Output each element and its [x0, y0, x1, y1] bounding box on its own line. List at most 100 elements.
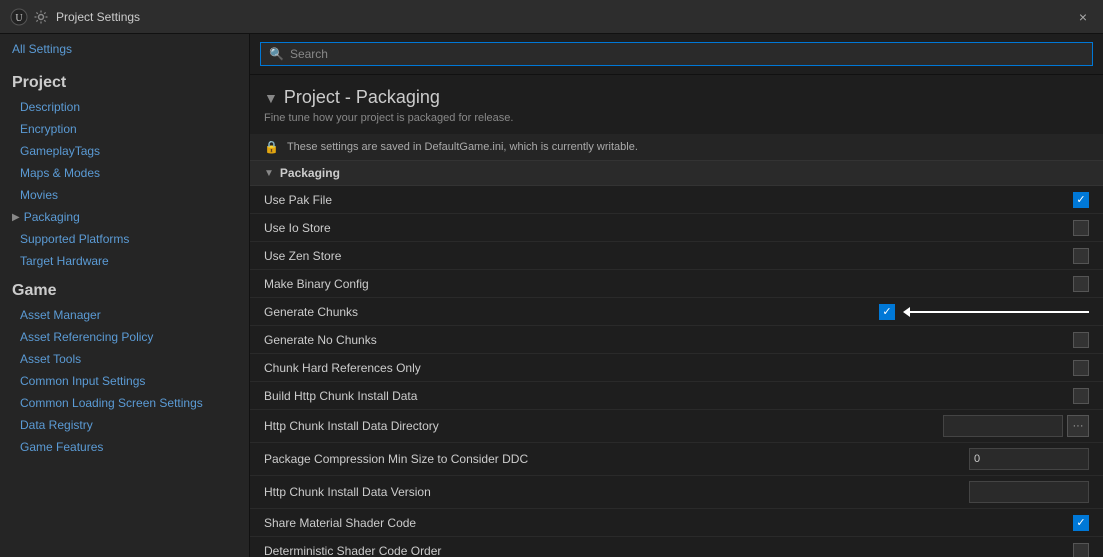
sidebar: All Settings Project Description Encrypt… — [0, 34, 250, 557]
row-label-chunk-hard-refs: Chunk Hard References Only — [264, 361, 1073, 375]
row-control-package-compression — [969, 448, 1089, 470]
checkbox-build-http-chunk[interactable] — [1073, 388, 1089, 404]
sidebar-item-encryption[interactable]: Encryption — [0, 118, 249, 140]
row-label-http-chunk-dir: Http Chunk Install Data Directory — [264, 419, 943, 433]
row-control-http-chunk-dir: ··· — [943, 415, 1089, 437]
close-button[interactable]: × — [1073, 7, 1093, 27]
table-row: Generate Chunks — [250, 298, 1103, 326]
packaging-arrow-icon: ▶ — [12, 212, 20, 223]
row-control-chunk-hard-refs — [1073, 360, 1089, 376]
table-row: Build Http Chunk Install Data — [250, 382, 1103, 410]
sidebar-item-asset-tools[interactable]: Asset Tools — [0, 348, 249, 370]
sidebar-item-gameplaytags[interactable]: GameplayTags — [0, 140, 249, 162]
row-label-generate-chunks: Generate Chunks — [264, 305, 879, 319]
row-control-generate-no-chunks — [1073, 332, 1089, 348]
ellipsis-button-http-chunk-dir[interactable]: ··· — [1067, 415, 1089, 437]
checkbox-generate-chunks[interactable] — [879, 304, 895, 320]
table-row: Package Compression Min Size to Consider… — [250, 443, 1103, 476]
sidebar-section-game: Game — [0, 272, 249, 304]
sidebar-all-settings[interactable]: All Settings — [0, 34, 249, 64]
row-label-package-compression: Package Compression Min Size to Consider… — [264, 452, 969, 466]
table-row: Deterministic Shader Code Order — [250, 537, 1103, 557]
checkbox-use-zen-store[interactable] — [1073, 248, 1089, 264]
row-label-http-chunk-version: Http Chunk Install Data Version — [264, 485, 969, 499]
row-control-make-binary-config — [1073, 276, 1089, 292]
table-row: Http Chunk Install Data Version — [250, 476, 1103, 509]
sidebar-item-maps-modes[interactable]: Maps & Modes — [0, 162, 249, 184]
row-label-use-io-store: Use Io Store — [264, 221, 1073, 235]
row-label-share-material-shader: Share Material Shader Code — [264, 516, 1073, 530]
table-row: Use Io Store — [250, 214, 1103, 242]
arrow-annotation — [909, 311, 1089, 313]
row-control-use-io-store — [1073, 220, 1089, 236]
sidebar-item-game-features[interactable]: Game Features — [0, 436, 249, 458]
table-row: Make Binary Config — [250, 270, 1103, 298]
sidebar-item-common-input-settings[interactable]: Common Input Settings — [0, 370, 249, 392]
row-label-deterministic-shader: Deterministic Shader Code Order — [264, 544, 1073, 557]
packaging-group-header[interactable]: ▼ Packaging — [250, 160, 1103, 186]
search-icon: 🔍 — [269, 47, 284, 61]
sidebar-item-supported-platforms[interactable]: Supported Platforms — [0, 228, 249, 250]
table-row: Generate No Chunks — [250, 326, 1103, 354]
row-label-generate-no-chunks: Generate No Chunks — [264, 333, 1073, 347]
sidebar-item-description[interactable]: Description — [0, 96, 249, 118]
checkbox-use-io-store[interactable] — [1073, 220, 1089, 236]
lock-icon: 🔒 — [264, 140, 279, 154]
title-bar-title: Project Settings — [56, 10, 1073, 24]
sidebar-item-target-hardware[interactable]: Target Hardware — [0, 250, 249, 272]
checkbox-deterministic-shader[interactable] — [1073, 543, 1089, 557]
checkbox-make-binary-config[interactable] — [1073, 276, 1089, 292]
group-collapse-arrow-icon: ▼ — [264, 168, 274, 179]
row-control-build-http-chunk — [1073, 388, 1089, 404]
table-row: Http Chunk Install Data Directory ··· — [250, 410, 1103, 443]
svg-text:U: U — [15, 13, 23, 24]
info-bar-text: These settings are saved in DefaultGame.… — [287, 141, 638, 153]
section-heading-title: ▼ Project - Packaging — [264, 87, 1089, 108]
input-http-chunk-version[interactable] — [969, 481, 1089, 503]
table-row: Share Material Shader Code — [250, 509, 1103, 537]
search-bar: 🔍 — [250, 34, 1103, 75]
row-control-deterministic-shader — [1073, 543, 1089, 557]
section-collapse-arrow-icon[interactable]: ▼ — [264, 90, 278, 106]
section-subtitle: Fine tune how your project is packaged f… — [264, 112, 1089, 124]
packaging-group-label: Packaging — [280, 166, 340, 180]
sidebar-item-packaging-label: Packaging — [24, 210, 80, 224]
row-control-generate-chunks — [879, 304, 1089, 320]
ue-logo-icon: U — [10, 8, 28, 26]
row-control-use-zen-store — [1073, 248, 1089, 264]
arrow-line-icon — [909, 311, 1089, 313]
input-http-chunk-dir[interactable] — [943, 415, 1063, 437]
checkbox-generate-no-chunks[interactable] — [1073, 332, 1089, 348]
input-package-compression[interactable] — [969, 448, 1089, 470]
row-label-use-pak-file: Use Pak File — [264, 193, 1073, 207]
sidebar-section-project: Project — [0, 64, 249, 96]
section-heading: ▼ Project - Packaging Fine tune how your… — [250, 75, 1103, 128]
sidebar-item-packaging[interactable]: ▶ Packaging — [0, 206, 249, 228]
row-label-make-binary-config: Make Binary Config — [264, 277, 1073, 291]
checkbox-chunk-hard-refs[interactable] — [1073, 360, 1089, 376]
row-label-build-http-chunk: Build Http Chunk Install Data — [264, 389, 1073, 403]
table-row: Use Pak File — [250, 186, 1103, 214]
table-row: Use Zen Store — [250, 242, 1103, 270]
sidebar-item-data-registry[interactable]: Data Registry — [0, 414, 249, 436]
search-container: 🔍 — [260, 42, 1093, 66]
row-control-use-pak-file — [1073, 192, 1089, 208]
title-bar: U Project Settings × — [0, 0, 1103, 34]
sidebar-item-asset-referencing-policy[interactable]: Asset Referencing Policy — [0, 326, 249, 348]
search-input[interactable] — [290, 47, 1084, 61]
sidebar-item-movies[interactable]: Movies — [0, 184, 249, 206]
section-title-text: Project - Packaging — [284, 87, 440, 108]
settings-icon — [32, 8, 50, 26]
table-row: Chunk Hard References Only — [250, 354, 1103, 382]
sidebar-item-common-loading-screen-settings[interactable]: Common Loading Screen Settings — [0, 392, 249, 414]
checkbox-share-material-shader[interactable] — [1073, 515, 1089, 531]
main-layout: All Settings Project Description Encrypt… — [0, 34, 1103, 557]
content-area: 🔍 ▼ Project - Packaging Fine tune how yo… — [250, 34, 1103, 557]
row-control-http-chunk-version — [969, 481, 1089, 503]
row-control-share-material-shader — [1073, 515, 1089, 531]
row-label-use-zen-store: Use Zen Store — [264, 249, 1073, 263]
checkbox-use-pak-file[interactable] — [1073, 192, 1089, 208]
settings-info-bar: 🔒 These settings are saved in DefaultGam… — [250, 134, 1103, 160]
sidebar-item-asset-manager[interactable]: Asset Manager — [0, 304, 249, 326]
packaging-group: ▼ Packaging Use Pak File Use Io Store Us… — [250, 160, 1103, 557]
